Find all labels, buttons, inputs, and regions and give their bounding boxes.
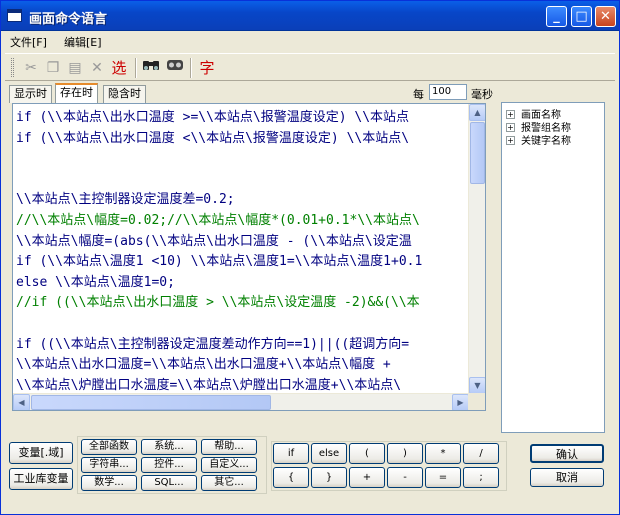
operator-button[interactable]: else xyxy=(311,443,347,464)
code-line: if (\\本站点\出水口温度 <\\本站点\报警温度设定) \\本站点\ xyxy=(16,130,410,146)
code-line: \\本站点\主控制器设定温度差=0.2; xyxy=(16,192,235,208)
tab-on-hide[interactable]: 隐含时 xyxy=(103,85,146,103)
operator-button[interactable]: ) xyxy=(387,443,423,464)
window-icon xyxy=(7,9,22,22)
expand-icon[interactable]: + xyxy=(506,110,515,119)
maximize-icon[interactable]: □ xyxy=(571,6,592,27)
operator-button[interactable]: ; xyxy=(463,467,499,488)
horizontal-scroll-thumb[interactable] xyxy=(31,395,271,410)
menu-edit[interactable]: 编辑[E] xyxy=(64,34,102,50)
tree-node-screen-names[interactable]: + 画面名称 xyxy=(506,106,561,121)
scroll-down-icon[interactable]: ▼ xyxy=(469,377,485,394)
name-tree[interactable]: + 画面名称 + 报警组名称 + 关键字名称 xyxy=(501,102,605,433)
operator-button[interactable]: = xyxy=(425,467,461,488)
tab-on-show[interactable]: 显示时 xyxy=(9,85,52,103)
close-icon[interactable]: ✕ xyxy=(595,6,616,27)
copy-icon[interactable]: ❐ xyxy=(43,58,63,78)
binoculars-icon[interactable] xyxy=(141,58,161,78)
operator-button[interactable]: if xyxy=(273,443,309,464)
binoculars-replace-icon[interactable] xyxy=(165,58,185,78)
font-button[interactable]: 字 xyxy=(197,58,217,78)
window-title: 画面命令语言 xyxy=(29,12,108,27)
function-button[interactable]: 字符串... xyxy=(81,457,137,473)
tree-node-alarm-groups[interactable]: + 报警组名称 xyxy=(506,119,571,134)
function-button[interactable]: 自定义... xyxy=(201,457,257,473)
function-button[interactable]: 控件... xyxy=(141,457,197,473)
toolbar: ✂ ❐ ▤ ✕ 选 字 xyxy=(5,53,615,81)
title-bar[interactable]: 画面命令语言 _ □ ✕ xyxy=(1,1,619,31)
industrial-library-variable-button[interactable]: 工业库变量 xyxy=(9,468,73,490)
code-line: \\本站点\幅度=(abs(\\本站点\出水口温度 - (\\本站点\设定温 xyxy=(16,233,412,249)
operator-button[interactable]: - xyxy=(387,467,423,488)
function-button[interactable]: 其它... xyxy=(201,475,257,491)
code-line: \\本站点\炉膛出口水温度=\\本站点\炉膛出口水温度+\\本站点\ xyxy=(16,377,402,393)
toolbar-separator xyxy=(135,58,137,78)
code-line: if (\\本站点\温度1 <10) \\本站点\温度1=\\本站点\温度1+0… xyxy=(16,254,423,270)
toolbar-separator xyxy=(190,58,192,78)
scroll-left-icon[interactable]: ◀ xyxy=(13,394,30,410)
scroll-up-icon[interactable]: ▲ xyxy=(469,104,485,121)
code-area[interactable]: if (\\本站点\出水口温度 >=\\本站点\报警温度设定) \\本站点 if … xyxy=(13,104,469,394)
operator-button[interactable]: + xyxy=(349,467,385,488)
operator-button[interactable]: * xyxy=(425,443,461,464)
command-language-window: 画面命令语言 _ □ ✕ 文件[F] 编辑[E] ✂ ❐ ▤ ✕ 选 字 显示时… xyxy=(0,0,620,515)
select-button[interactable]: 选 xyxy=(109,58,129,78)
variable-field-button[interactable]: 变量[.域] xyxy=(9,442,73,464)
scissors-icon[interactable]: ✂ xyxy=(21,58,41,78)
menu-bar: 文件[F] 编辑[E] xyxy=(1,32,619,50)
menu-file[interactable]: 文件[F] xyxy=(10,34,47,50)
operator-button[interactable]: } xyxy=(311,467,347,488)
horizontal-scrollbar[interactable]: ◀ ▶ xyxy=(13,393,469,410)
cancel-button[interactable]: 取消 xyxy=(530,468,604,487)
operator-button[interactable]: { xyxy=(273,467,309,488)
function-button[interactable]: 数学... xyxy=(81,475,137,491)
paste-icon[interactable]: ▤ xyxy=(65,58,85,78)
vertical-scrollbar[interactable]: ▲ ▼ xyxy=(468,104,485,394)
scroll-corner xyxy=(468,393,485,410)
operator-button[interactable]: ( xyxy=(349,443,385,464)
code-line: //if ((\\本站点\出水口温度 > \\本站点\设定温度 -2)&&(\\… xyxy=(16,295,420,311)
vertical-scroll-thumb[interactable] xyxy=(470,122,485,184)
function-button[interactable]: SQL... xyxy=(141,475,197,491)
confirm-button[interactable]: 确认 xyxy=(530,444,604,463)
delete-icon[interactable]: ✕ xyxy=(87,58,107,78)
code-line: if ((\\本站点\主控制器设定温度差动作方向==1)||((超调方向= xyxy=(16,336,410,352)
function-button[interactable]: 全部函数 xyxy=(81,439,137,455)
interval-prefix-label: 每 xyxy=(413,88,424,101)
interval-input[interactable]: 100 xyxy=(429,84,467,100)
code-line: //\\本站点\幅度=0.02;//\\本站点\幅度*(0.01+0.1*\\本… xyxy=(16,212,420,228)
code-line: if (\\本站点\出水口温度 >=\\本站点\报警温度设定) \\本站点 xyxy=(16,110,410,125)
expand-icon[interactable]: + xyxy=(506,123,515,132)
code-line: else \\本站点\温度1=0; xyxy=(16,274,175,290)
function-button[interactable]: 帮助... xyxy=(201,439,257,455)
tree-node-keywords[interactable]: + 关键字名称 xyxy=(506,132,571,147)
minimize-icon[interactable]: _ xyxy=(546,6,567,27)
code-line: \\本站点\出水口温度=\\本站点\出水口温度+\\本站点\幅度 + xyxy=(16,357,399,373)
scroll-right-icon[interactable]: ▶ xyxy=(452,394,469,410)
operator-button[interactable]: / xyxy=(463,443,499,464)
script-editor[interactable]: if (\\本站点\出水口温度 >=\\本站点\报警温度设定) \\本站点 if … xyxy=(12,103,486,411)
toolbar-grip[interactable] xyxy=(11,58,14,77)
interval-unit-label: 毫秒 xyxy=(471,88,493,101)
function-button[interactable]: 系统... xyxy=(141,439,197,455)
expand-icon[interactable]: + xyxy=(506,136,515,145)
tab-while-exist[interactable]: 存在时 xyxy=(55,83,98,103)
